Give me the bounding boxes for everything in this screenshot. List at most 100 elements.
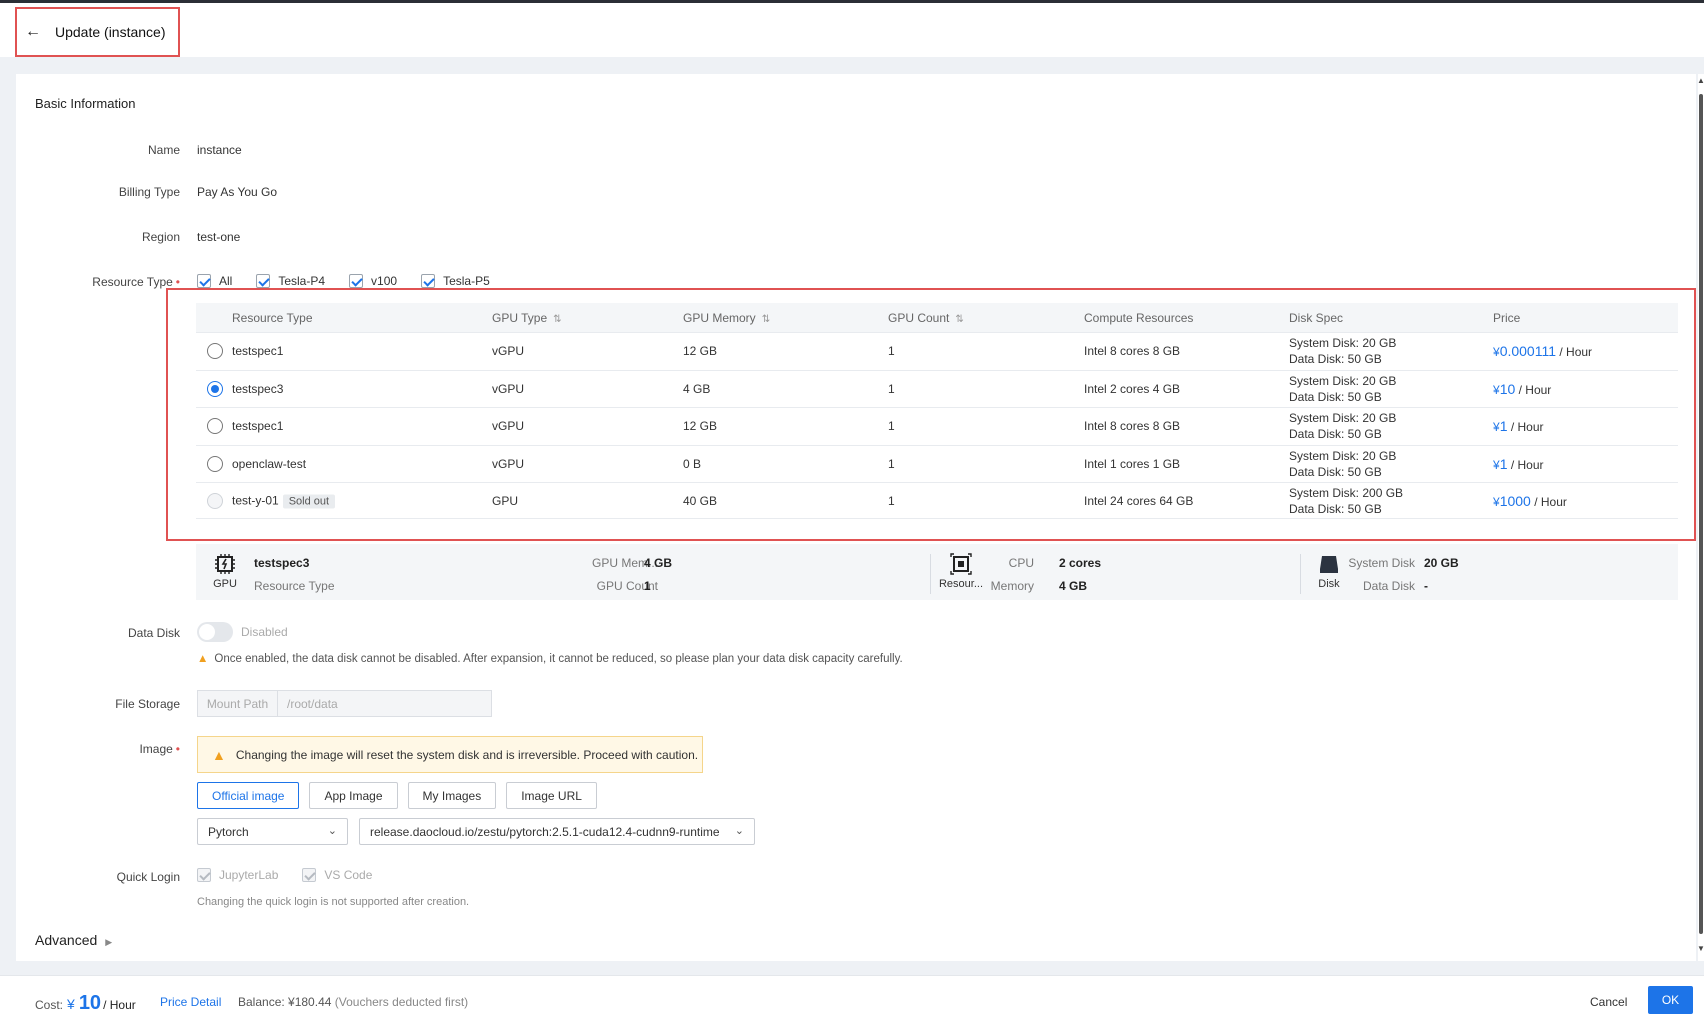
advanced-toggle[interactable]: Advanced ▶ — [35, 932, 112, 948]
table-row[interactable]: openclaw-test vGPU 0 B 1 Intel 1 cores 1 GB S… — [196, 446, 1678, 483]
warning-icon: ▲ — [212, 746, 226, 763]
data-disk-toggle[interactable] — [197, 622, 233, 642]
sort-icon[interactable]: ⇅ — [553, 314, 561, 325]
quick-login-note: Changing the quick login is not supporte… — [197, 896, 470, 908]
tab-image-url[interactable]: Image URL — [506, 782, 597, 809]
region-value: test-one — [197, 230, 241, 244]
required-mark: • — [175, 742, 180, 756]
vscode-label: VS Code — [324, 868, 373, 882]
header-highlight: ← Update (instance) — [15, 7, 180, 57]
table-header: Resource Type GPU Type ⇅ GPU Memory ⇅ GPU … — [196, 303, 1678, 333]
th-gpu-type[interactable]: GPU Type ⇅ — [492, 311, 562, 325]
image-tabs: Official image App Image My Images Image… — [197, 782, 607, 809]
page-title: Update (instance) — [55, 24, 166, 40]
cell-disk-spec: System Disk: 200 GB Data Disk: 50 GB — [1289, 485, 1403, 517]
mount-path-value: /root/data — [287, 696, 338, 711]
resource-name: openclaw-test — [232, 456, 307, 471]
price-value: 10 — [1499, 380, 1516, 397]
vscode-checkbox[interactable]: VS Code — [302, 868, 372, 882]
price-value: 1000 — [1499, 492, 1531, 509]
quick-login-options: JupyterLab VS Code — [197, 868, 396, 882]
row-radio[interactable] — [207, 380, 223, 397]
row-radio[interactable] — [207, 455, 223, 472]
image-url-select[interactable]: release.daocloud.io/zestu/pytorch:2.5.1-… — [359, 818, 755, 845]
price-unit: / Hour — [1510, 457, 1544, 472]
scroll-up-icon[interactable]: ▲ — [1697, 76, 1704, 85]
tab-official-image[interactable]: Official image — [197, 782, 300, 809]
cost-unit: / Hour — [103, 998, 136, 1012]
sort-icon[interactable]: ⇅ — [955, 314, 963, 325]
sort-icon[interactable]: ⇅ — [762, 314, 770, 325]
billing-label: Billing Type — [118, 185, 180, 199]
cell-disk-spec: System Disk: 20 GB Data Disk: 50 GB — [1289, 448, 1396, 480]
price-unit: / Hour — [1559, 345, 1593, 360]
resource-filter-label: Tesla-P4 — [278, 274, 326, 288]
tab-my-images[interactable]: My Images — [407, 782, 497, 809]
cell-disk-spec: System Disk: 20 GB Data Disk: 50 GB — [1289, 373, 1396, 405]
cell-resource-type: testspec1 — [232, 344, 283, 358]
summary-divider — [930, 554, 931, 594]
required-mark: • — [175, 275, 180, 289]
resource-name: testspec1 — [232, 344, 284, 359]
cancel-button[interactable]: Cancel — [1590, 995, 1627, 1009]
framework-select[interactable]: Pytorch ⌄ — [197, 818, 348, 845]
table-row[interactable]: testspec1 vGPU 12 GB 1 Intel 8 cores 8 GB Sys… — [196, 408, 1678, 446]
jupyterlab-checkbox[interactable]: JupyterLab — [197, 868, 278, 882]
cell-price: ¥1 / Hour — [1493, 456, 1544, 472]
ok-button[interactable]: OK — [1648, 986, 1693, 1014]
chevron-down-icon: ⌄ — [734, 825, 744, 837]
sys-disk-key: System Disk — [1348, 556, 1415, 570]
resource-filter-tesla-p5[interactable]: Tesla-P5 — [421, 274, 490, 288]
cost-value: 10 — [78, 992, 102, 1014]
price-unit: / Hour — [1518, 382, 1552, 397]
resource-filter-v100[interactable]: v100 — [349, 274, 397, 288]
billing-value: Pay As You Go — [197, 185, 278, 199]
section-title: Basic Information — [35, 96, 136, 111]
data-disk-text: Data Disk: 50 GB — [1289, 427, 1382, 442]
th-resource-type: Resource Type — [232, 310, 313, 325]
row-radio[interactable] — [207, 418, 223, 435]
resource-filter-tesla-p4[interactable]: Tesla-P4 — [256, 274, 325, 288]
selected-summary: GPU testspec3 Resource Type GPU Mem... 4… — [196, 544, 1678, 600]
disk-icon-caption: Disk — [1318, 578, 1340, 590]
cost-label: Cost: — [35, 998, 64, 1012]
cell-compute: Intel 1 cores 1 GB — [1084, 456, 1181, 471]
table-row[interactable]: testspec1 vGPU 12 GB 1 Intel 8 cores 8 GB Sys… — [196, 333, 1678, 371]
cell-price: ¥10 / Hour — [1493, 381, 1551, 397]
resource-filter-label: v100 — [371, 274, 398, 288]
scrollbar[interactable] — [1698, 74, 1704, 961]
cell-disk-spec: System Disk: 20 GB Data Disk: 50 GB — [1289, 335, 1396, 367]
tab-app-image[interactable]: App Image — [309, 782, 398, 809]
cell-disk-spec: System Disk: 20 GB Data Disk: 50 GB — [1289, 410, 1396, 442]
cell-gpu-count: 1 — [888, 381, 895, 396]
data-disk-warning: ▲ Once enabled, the data disk cannot be d… — [197, 653, 903, 665]
image-label-text: Image — [139, 742, 173, 756]
cell-price: ¥1 / Hour — [1493, 418, 1544, 434]
cell-compute: Intel 8 cores 8 GB — [1084, 419, 1181, 434]
th-gpu-memory[interactable]: GPU Memory ⇅ — [683, 311, 770, 325]
scrollbar-thumb[interactable] — [1699, 94, 1703, 934]
resource-name: testspec1 — [232, 419, 284, 434]
cell-resource-type: testspec1 — [232, 419, 283, 433]
gpu-mem-val: 4 GB — [644, 556, 673, 570]
arrow-left-icon[interactable]: ← — [25, 23, 41, 41]
price-detail-link[interactable]: Price Detail — [160, 995, 221, 1009]
scroll-down-icon[interactable]: ▼ — [1697, 944, 1704, 953]
th-gpu-count[interactable]: GPU Count ⇅ — [888, 311, 964, 325]
resource-filter-all[interactable]: All — [197, 274, 232, 288]
table-row[interactable]: test-y-01 Sold out GPU 40 GB 1 Intel 24 cores… — [196, 483, 1678, 519]
cell-compute: Intel 24 cores 64 GB — [1084, 493, 1194, 508]
price-value: 1 — [1499, 418, 1508, 435]
table-row[interactable]: testspec3 vGPU 4 GB 1 Intel 2 cores 4 GB Syst… — [196, 371, 1678, 408]
cell-gpu-type: GPU — [492, 493, 519, 508]
sold-out-badge: Sold out — [282, 494, 336, 508]
data-disk-text: Data Disk: 50 GB — [1289, 501, 1382, 516]
price-yen: ¥ — [1493, 420, 1500, 435]
warning-icon: ▲ — [197, 653, 209, 665]
row-radio[interactable] — [207, 492, 223, 509]
row-radio[interactable] — [207, 343, 223, 360]
memory-val: 4 GB — [1059, 579, 1088, 593]
data-disk-toggle-text: Disabled — [241, 625, 288, 639]
name-label: Name — [147, 143, 180, 157]
page-header: ← Update (instance) — [0, 3, 1704, 57]
